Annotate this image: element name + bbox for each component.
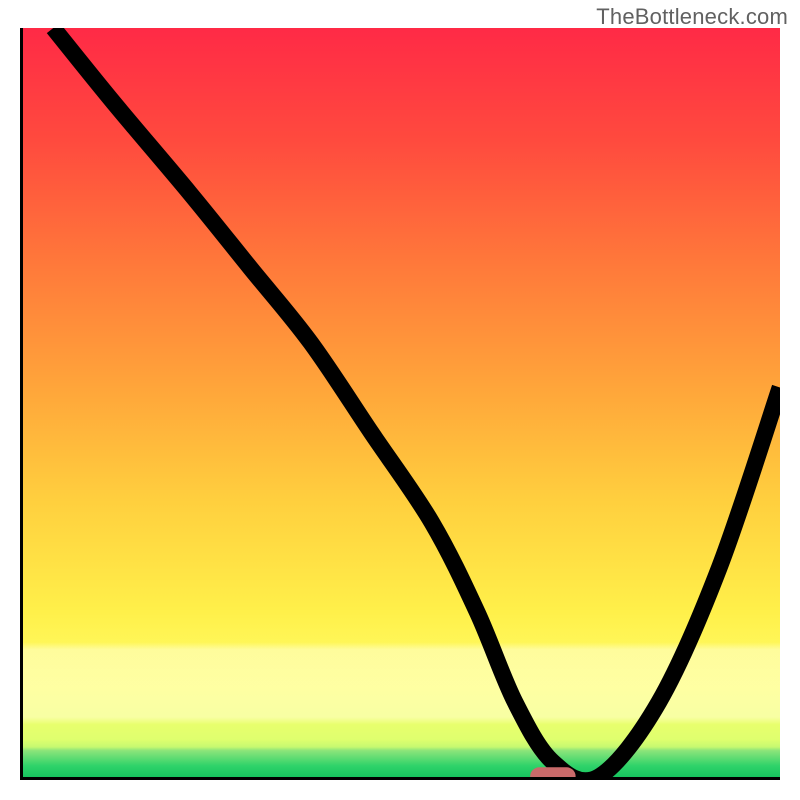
optimum-marker bbox=[530, 767, 575, 777]
watermark-text: TheBottleneck.com bbox=[596, 4, 788, 30]
bottleneck-curve bbox=[53, 28, 780, 777]
chart-plot-area bbox=[20, 28, 780, 780]
chart-svg bbox=[23, 28, 780, 777]
